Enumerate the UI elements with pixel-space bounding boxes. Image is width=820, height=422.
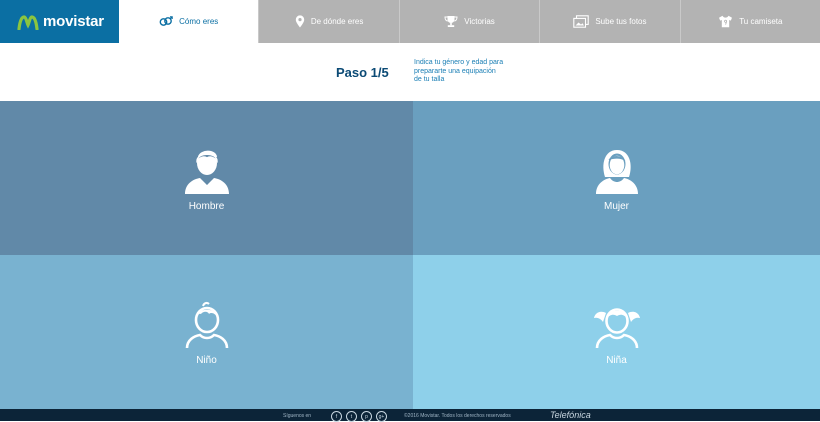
telefonica-logo[interactable]: Telefónica xyxy=(550,410,591,420)
option-label: Hombre xyxy=(188,201,225,212)
twitter-icon[interactable]: t xyxy=(346,411,357,422)
tab-tu-camiseta[interactable]: Tu camiseta xyxy=(679,0,820,43)
pinterest-icon[interactable]: p xyxy=(361,411,372,422)
boy-avatar-icon xyxy=(185,301,228,349)
option-hombre[interactable]: Hombre xyxy=(0,101,413,255)
trophy-icon xyxy=(444,16,458,27)
option-label: Mujer xyxy=(603,201,629,212)
step-header: Paso 1/5 Indica tu género y edad para pr… xyxy=(0,43,820,101)
tab-label: Cómo eres xyxy=(179,17,219,26)
top-nav: movistar Cómo eres De dónde eres Victori… xyxy=(0,0,820,43)
footer: Síguenos en f t p g+ ©2016 Movistar. Tod… xyxy=(0,409,820,422)
step-title: Paso 1/5 xyxy=(336,65,389,80)
tab-label: Sube tus fotos xyxy=(595,17,647,26)
option-label: Niño xyxy=(196,355,217,366)
man-avatar-icon xyxy=(184,150,229,194)
photos-icon xyxy=(573,15,590,28)
option-nina[interactable]: Niña xyxy=(413,255,820,409)
woman-avatar-icon xyxy=(595,150,638,194)
social-links: f t p g+ xyxy=(331,411,387,422)
tab-de-donde-eres[interactable]: De dónde eres xyxy=(258,0,399,43)
movistar-m-icon xyxy=(17,14,39,30)
gender-icon xyxy=(159,15,173,26)
tab-label: Victorias xyxy=(464,17,495,26)
option-label: Niña xyxy=(606,355,627,366)
facebook-icon[interactable]: f xyxy=(331,411,342,422)
tab-como-eres[interactable]: Cómo eres xyxy=(119,0,259,43)
tab-label: Tu camiseta xyxy=(739,17,783,26)
girl-avatar-icon xyxy=(593,308,640,349)
movistar-logo[interactable]: movistar xyxy=(0,0,119,43)
follow-text: Síguenos en xyxy=(283,413,312,419)
location-pin-icon xyxy=(295,15,305,28)
google-plus-icon[interactable]: g+ xyxy=(376,411,387,422)
gender-age-options: Hombre Mujer Niño Niña xyxy=(0,101,820,409)
tab-sube-tus-fotos[interactable]: Sube tus fotos xyxy=(539,0,680,43)
tab-label: De dónde eres xyxy=(310,17,364,26)
option-nino[interactable]: Niño xyxy=(0,255,413,409)
option-mujer[interactable]: Mujer xyxy=(413,101,820,255)
shirt-icon xyxy=(719,15,733,28)
copyright-text: ©2016 Movistar. Todos los derechos reser… xyxy=(404,413,511,419)
brand-name: movistar xyxy=(43,13,104,30)
tab-victorias[interactable]: Victorias xyxy=(398,0,540,43)
step-description: Indica tu género y edad para prepararte … xyxy=(414,59,504,83)
